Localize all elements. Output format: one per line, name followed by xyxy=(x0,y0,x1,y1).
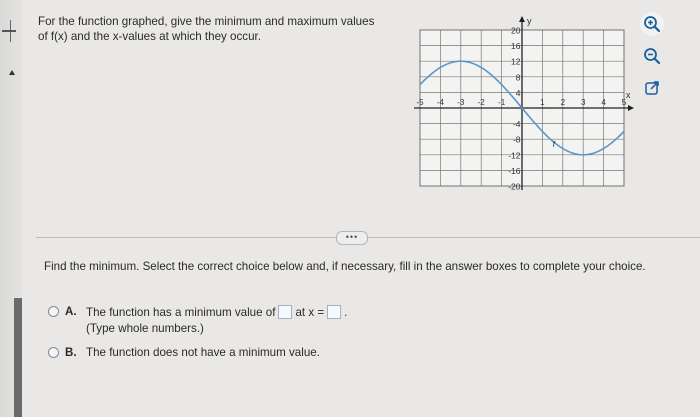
y-tick-label: 12 xyxy=(511,57,521,67)
choice-a-text-middle: at x = xyxy=(295,306,325,319)
zoom-in-icon xyxy=(644,16,661,33)
choice-a-hint: (Type whole numbers.) xyxy=(86,322,204,335)
function-graph: 20161284-4-8-12-16-20 -5 -4 -3 -2 -1 1 2 3 4 5 y … xyxy=(414,16,634,192)
x-tick-label: 1 xyxy=(540,98,545,107)
choice-a-text-before: The function has a minimum value of xyxy=(86,306,276,319)
left-scroll-bar[interactable] xyxy=(14,298,22,417)
y-tick-label: 8 xyxy=(516,72,521,82)
x-axis-arrow-icon xyxy=(628,105,634,111)
scroll-up-arrow-icon[interactable] xyxy=(9,70,15,75)
zoom-out-button[interactable] xyxy=(640,44,664,68)
x-tick-label: -3 xyxy=(457,98,465,107)
x-tick-label: 3 xyxy=(581,98,586,107)
y-tick-label: -16 xyxy=(508,166,521,176)
collapse-icon[interactable] xyxy=(2,30,16,32)
zoom-in-button[interactable] xyxy=(640,12,664,36)
choice-a-letter: A. xyxy=(65,305,77,318)
x-tick-label: -1 xyxy=(498,98,506,107)
x-tick-label: 2 xyxy=(561,98,566,107)
expand-dots-button[interactable]: ••• xyxy=(336,231,368,245)
y-tick-label: -20 xyxy=(508,182,521,192)
y-tick-label: 20 xyxy=(511,26,521,36)
question-line-1: For the function graphed, give the minim… xyxy=(38,15,375,28)
x-tick-label: -5 xyxy=(416,98,424,107)
choice-a-radio[interactable] xyxy=(48,306,59,317)
section-divider xyxy=(36,237,700,238)
choice-a-text-after: . xyxy=(344,306,348,319)
y-axis-label: y xyxy=(527,16,532,26)
x-tick-label: 4 xyxy=(601,98,606,107)
choice-b-radio[interactable] xyxy=(48,347,59,358)
open-new-window-icon xyxy=(645,81,659,95)
question-text: For the function graphed, give the minim… xyxy=(38,14,408,44)
zoom-out-icon xyxy=(644,48,661,65)
y-tick-label: -12 xyxy=(508,150,521,160)
x-value-input[interactable] xyxy=(327,305,342,319)
y-axis-arrow-icon xyxy=(519,16,525,22)
x-tick-label: -4 xyxy=(437,98,445,107)
y-tick-label: 4 xyxy=(516,88,521,98)
open-new-window-button[interactable] xyxy=(640,76,664,100)
question-line-2: of f(x) and the x-values at which they o… xyxy=(38,30,261,43)
y-tick-label: -8 xyxy=(513,135,521,145)
x-axis-label: x xyxy=(626,90,631,100)
instruction-text: Find the minimum. Select the correct cho… xyxy=(44,260,646,273)
choice-b-letter: B. xyxy=(65,346,77,359)
y-tick-label: -4 xyxy=(513,119,521,129)
minimum-value-input[interactable] xyxy=(278,305,293,319)
x-tick-label: -2 xyxy=(478,98,486,107)
choice-b-text: The function does not have a minimum val… xyxy=(86,346,320,359)
y-tick-label: 16 xyxy=(511,41,521,51)
choice-a-text: The function has a minimum value of at x … xyxy=(86,305,347,319)
